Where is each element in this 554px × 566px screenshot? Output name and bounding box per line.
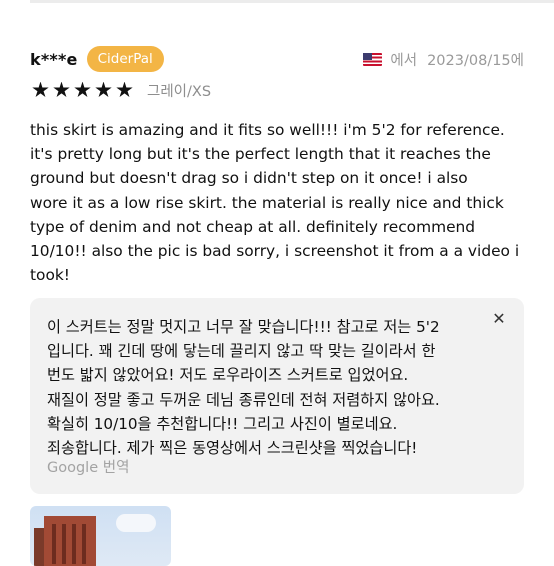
review-source-label: 에서	[390, 52, 418, 69]
photo-cloud	[116, 514, 156, 532]
star-icon	[53, 81, 70, 97]
review-date: 2023/08/15에	[427, 52, 524, 69]
review-body: this skirt is amazing and it fits so wel…	[30, 121, 520, 285]
review-meta: 에서 2023/08/15에	[363, 49, 524, 70]
close-icon[interactable]: ✕	[490, 310, 508, 328]
rating-row: 그레이/XS	[32, 79, 211, 101]
google-translate-label: Google 번역	[47, 460, 130, 476]
translated-review-text: 이 스커트는 정말 멋지고 너무 잘 맞습니다!!! 참고로 저는 5'2 입니…	[47, 318, 440, 458]
photo-building	[44, 516, 96, 566]
us-flag-icon	[363, 52, 383, 66]
member-badge: CiderPal	[86, 46, 164, 72]
star-icon	[74, 81, 91, 97]
star-icon	[95, 81, 112, 97]
divider	[30, 0, 554, 3]
review-photo-thumbnail[interactable]	[30, 506, 171, 566]
star-rating	[32, 81, 137, 99]
reviewer-name: k***e	[30, 49, 78, 69]
star-icon	[32, 81, 49, 97]
review-header: k***e CiderPal 에서 2023/08/15에	[30, 46, 524, 72]
translation-panel: 이 스커트는 정말 멋지고 너무 잘 맞습니다!!! 참고로 저는 5'2 입니…	[30, 298, 524, 494]
star-icon	[116, 81, 133, 97]
purchased-variant: 그레이/XS	[147, 83, 212, 100]
